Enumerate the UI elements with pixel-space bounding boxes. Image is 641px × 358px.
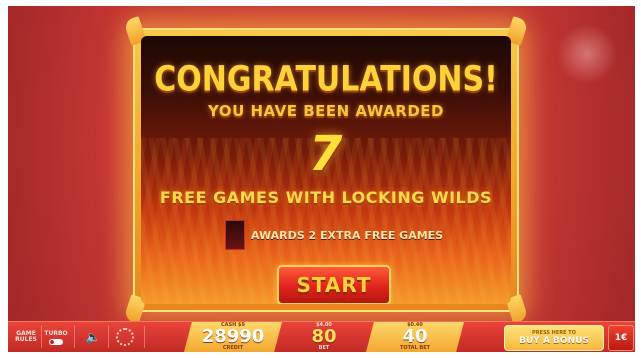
turbo-label: TURBO: [44, 329, 68, 337]
total-bet-value: 40: [402, 326, 428, 347]
turbo-switch: [49, 338, 63, 345]
popup-subtitle: YOU HAVE BEEN AWARDED: [207, 102, 445, 120]
background-glow: [557, 24, 617, 84]
game-screen: CONGRATULATIONS! YOU HAVE BEEN AWARDED 7…: [8, 6, 635, 352]
wild-symbol-icon: [225, 220, 245, 250]
bet-sub: BET: [318, 345, 330, 351]
bottom-bar: GAME RULES TURBO 🔈 CASH $9 28990 CREDIT …: [8, 321, 635, 352]
game-rules-button[interactable]: GAME RULES: [12, 322, 40, 352]
total-bet-display: $0.40 40 TOTAL BET: [366, 322, 464, 352]
divider: [144, 326, 145, 348]
credit-sub: CREDIT: [222, 345, 244, 351]
free-games-popup: CONGRATULATIONS! YOU HAVE BEEN AWARDED 7…: [123, 16, 529, 324]
award-row: AWARDS 2 EXTRA FREE GAMES: [225, 220, 443, 250]
currency-label: 1€: [614, 333, 628, 343]
sound-icon: 🔈: [85, 330, 101, 344]
award-text: AWARDS 2 EXTRA FREE GAMES: [251, 228, 444, 242]
history-button[interactable]: [112, 322, 138, 352]
divider: [108, 326, 109, 348]
currency-button[interactable]: 1€: [608, 325, 634, 351]
turbo-toggle[interactable]: TURBO: [42, 322, 70, 352]
free-games-text: FREE GAMES WITH LOCKING WILDS: [159, 188, 493, 207]
sound-button[interactable]: 🔈: [82, 322, 104, 352]
history-icon: [116, 328, 134, 346]
popup-panel: CONGRATULATIONS! YOU HAVE BEEN AWARDED 7…: [141, 36, 511, 304]
divider: [74, 326, 75, 348]
bet-display: $4.00 80 BET: [294, 322, 354, 352]
start-button-label: START: [296, 273, 372, 297]
game-rules-label: GAME RULES: [15, 330, 37, 343]
bet-value: 80: [311, 326, 337, 347]
credit-display: CASH $9 28990 CREDIT: [184, 322, 282, 352]
start-button[interactable]: START: [277, 265, 391, 304]
credit-value: 28990: [201, 326, 265, 347]
free-games-count: 7: [309, 126, 343, 182]
buy-bonus-button[interactable]: PRESS HERE TO BUY A BONUS: [504, 325, 604, 351]
popup-title: CONGRATULATIONS!: [154, 59, 498, 100]
buy-bonus-label: BUY A BONUS: [519, 336, 589, 346]
total-bet-sub: TOTAL BET: [399, 345, 431, 351]
